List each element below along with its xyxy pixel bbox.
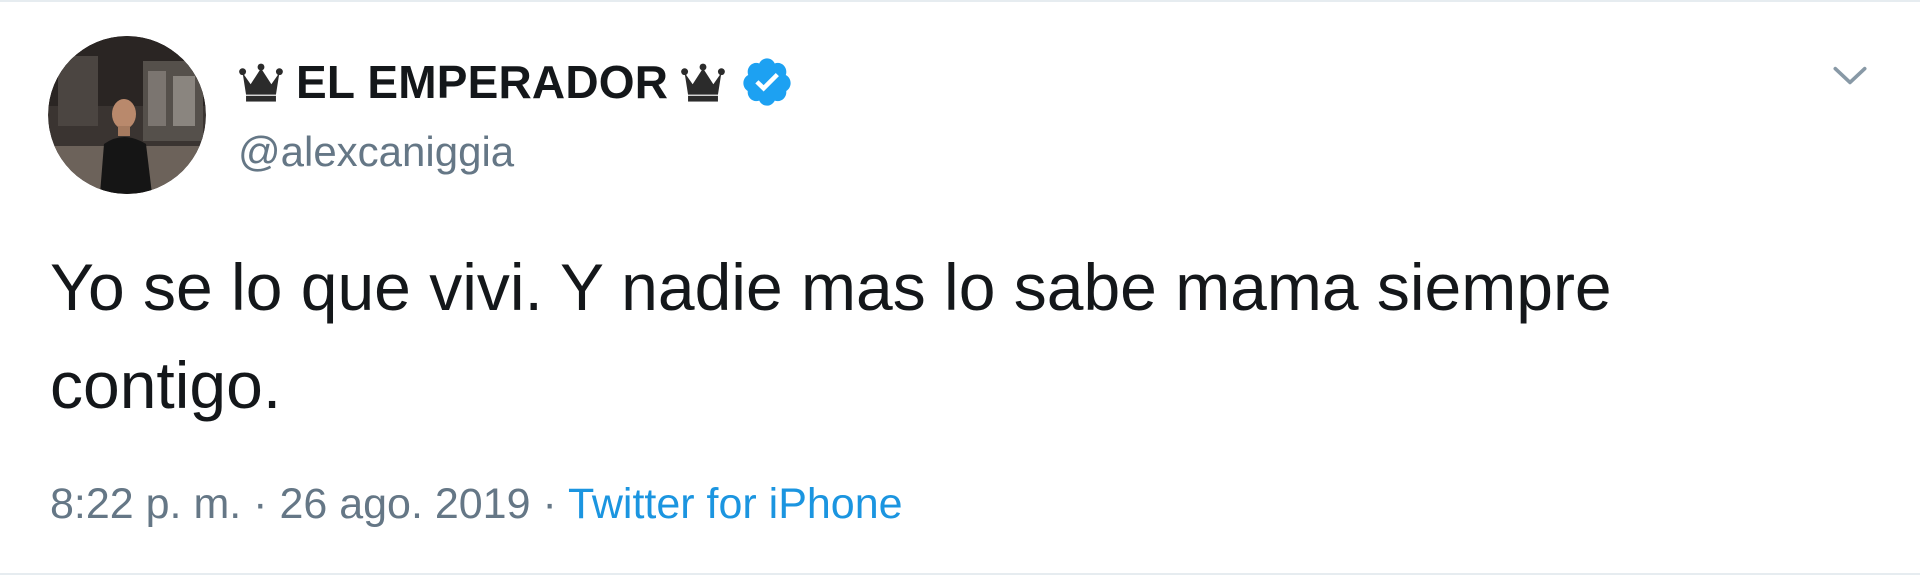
tweet-source-link[interactable]: Twitter for iPhone (568, 480, 903, 528)
tweet-header: EL EMPERADOR @alexcaniggia (238, 48, 794, 176)
tweet-time[interactable]: 8:22 p. m. (50, 480, 241, 528)
tweet-text: Yo se lo que vivi. Y nadie mas lo sabe m… (50, 250, 1612, 422)
display-name[interactable]: EL EMPERADOR (296, 55, 668, 109)
avatar[interactable] (48, 36, 206, 194)
name-row[interactable]: EL EMPERADOR (238, 48, 794, 116)
chevron-down-icon[interactable] (1828, 54, 1872, 98)
tweet-metadata: 8:22 p. m. · 26 ago. 2019 · Twitter for … (50, 480, 903, 529)
tweet-card: EL EMPERADOR @alexcaniggia Yo se lo que … (0, 0, 1920, 575)
verified-badge-icon (743, 58, 791, 106)
separator: · (241, 480, 280, 528)
tweet-date[interactable]: 26 ago. 2019 (279, 480, 530, 528)
handle[interactable]: @alexcaniggia (238, 128, 794, 176)
separator: · (530, 480, 568, 528)
crown-icon (239, 63, 283, 102)
crown-icon (681, 63, 726, 102)
